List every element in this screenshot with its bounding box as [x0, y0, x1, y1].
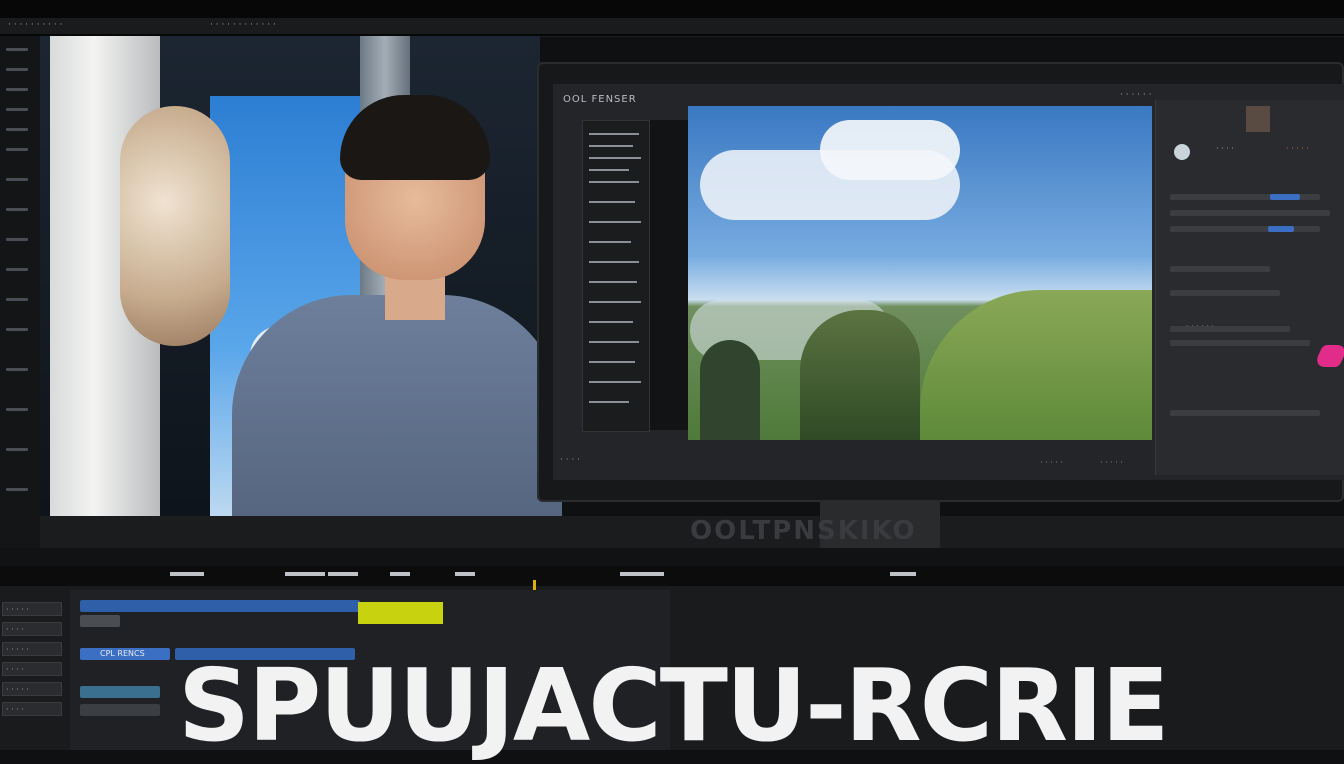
list-item[interactable]	[589, 221, 641, 223]
property-slider[interactable]	[1268, 226, 1294, 232]
panel-label: · · · ·	[1216, 144, 1234, 153]
tool-icon[interactable]	[6, 208, 28, 211]
monitor-status-text: · · · ·	[560, 455, 581, 465]
tool-icon[interactable]	[6, 48, 28, 51]
timeline-header	[0, 548, 1344, 567]
timeline-clip[interactable]	[80, 686, 160, 698]
track-header[interactable]: · · · ·	[2, 662, 62, 676]
list-item[interactable]	[589, 401, 629, 403]
monitor-layer-list[interactable]	[582, 120, 650, 432]
list-item[interactable]	[589, 241, 631, 243]
cloud	[700, 150, 960, 220]
monitor-panel-title: · · · · · ·	[1120, 90, 1152, 100]
tool-icon[interactable]	[6, 148, 28, 151]
tool-icon[interactable]	[6, 448, 28, 451]
person-shirt	[232, 295, 562, 525]
timeline-clip[interactable]	[80, 615, 120, 627]
top-toolbar-label[interactable]: · · · · · · · · · ·	[8, 20, 62, 30]
top-menu-bar: · · · · · · · · · · · · · · · · · · · · …	[0, 0, 1344, 37]
list-item[interactable]	[589, 145, 633, 147]
tool-icon[interactable]	[6, 128, 28, 131]
timeline-clip-highlight[interactable]	[358, 602, 443, 624]
cliff	[800, 310, 920, 440]
list-item[interactable]	[589, 169, 629, 171]
timeline-ruler[interactable]	[0, 566, 1344, 586]
property-row[interactable]	[1170, 290, 1280, 296]
tool-icon[interactable]	[6, 88, 28, 91]
tool-icon[interactable]	[6, 178, 28, 181]
cliff	[700, 340, 760, 440]
tool-icon[interactable]	[6, 268, 28, 271]
property-row[interactable]	[1170, 410, 1320, 416]
track-header[interactable]: · · · · ·	[2, 642, 62, 656]
color-swatch-icon[interactable]	[1174, 144, 1190, 160]
top-toolbar	[0, 18, 1344, 34]
tool-icon[interactable]	[6, 408, 28, 411]
property-row[interactable]	[1170, 210, 1330, 216]
track-header[interactable]: · · · ·	[2, 622, 62, 636]
timeline-clip[interactable]	[80, 704, 160, 716]
list-item[interactable]	[589, 201, 635, 203]
list-item[interactable]	[589, 381, 641, 383]
overlay-title: SPUUJACTU-RCRIE	[178, 647, 1170, 764]
list-item[interactable]	[589, 321, 633, 323]
top-toolbar-center-label[interactable]: · · · · · · · · · · · ·	[210, 20, 276, 30]
timeline-clip-labeled[interactable]: CPL RENCS	[80, 648, 170, 660]
property-row[interactable]	[1170, 266, 1270, 272]
list-item[interactable]	[589, 181, 639, 183]
monitor-app-title: OOL FENSER	[563, 94, 637, 105]
tool-icon[interactable]	[6, 328, 28, 331]
ruler-tick	[390, 572, 410, 576]
ruler-tick	[328, 572, 358, 576]
timeline-clip[interactable]	[80, 600, 360, 612]
desk-watermark: OOLTPNSKIKO	[690, 516, 917, 546]
track-header[interactable]: · · · ·	[2, 702, 62, 716]
panel-label: · · · · ·	[1286, 144, 1309, 153]
ruler-tick	[455, 572, 475, 576]
property-row[interactable]	[1170, 226, 1320, 232]
property-row[interactable]	[1170, 340, 1310, 346]
ruler-tick	[620, 572, 664, 576]
tool-icon[interactable]	[6, 298, 28, 301]
tool-icon[interactable]	[6, 368, 28, 371]
tool-icon[interactable]	[6, 68, 28, 71]
ruler-tick	[890, 572, 916, 576]
list-item[interactable]	[589, 301, 641, 303]
ruler-tick	[285, 572, 325, 576]
monitor-status-text: · · · · ·	[1040, 458, 1063, 467]
tool-icon[interactable]	[6, 238, 28, 241]
list-item[interactable]	[589, 341, 639, 343]
list-item[interactable]	[589, 157, 641, 159]
monitor-thumb-strip	[650, 120, 690, 430]
track-header[interactable]: · · · · ·	[2, 602, 62, 616]
left-tool-panel	[0, 36, 41, 551]
tool-icon[interactable]	[6, 108, 28, 111]
list-item[interactable]	[589, 133, 639, 135]
monitor-status-text: · · · · ·	[1100, 458, 1123, 467]
tool-icon[interactable]	[6, 488, 28, 491]
property-slider[interactable]	[1270, 194, 1300, 200]
ruler-tick	[170, 572, 204, 576]
list-item[interactable]	[589, 281, 637, 283]
property-row[interactable]	[1170, 326, 1290, 332]
thumbnail	[1246, 106, 1270, 132]
list-item[interactable]	[589, 361, 635, 363]
wall-lamp	[120, 106, 230, 346]
track-header[interactable]: · · · · ·	[2, 682, 62, 696]
monitor-properties-panel: · · · · · · · · · · · · · · ·	[1155, 100, 1344, 475]
list-item[interactable]	[589, 261, 639, 263]
